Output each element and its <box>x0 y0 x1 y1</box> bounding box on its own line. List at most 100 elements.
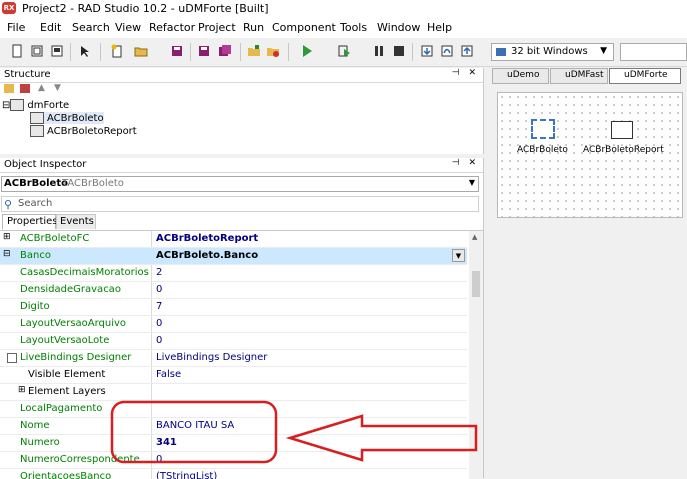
menu-refactor[interactable]: Refactor <box>149 21 195 34</box>
arrow-down-icon[interactable]: ▼ <box>54 83 61 93</box>
save-all-icon[interactable] <box>50 44 64 58</box>
tab-udemo[interactable]: uDemo <box>492 68 549 84</box>
property-row[interactable]: Visible Element False <box>0 367 467 384</box>
property-row[interactable]: ⊞ ACBrBoletoFC ACBrBoletoReport <box>0 231 467 248</box>
form-designer[interactable]: ACBrBoleto ACBrBoletoReport <box>497 92 683 218</box>
step-out-icon[interactable] <box>460 44 474 58</box>
tree-node-label: ACBrBoleto <box>47 113 104 124</box>
property-name: CasasDecimaisMoratorios <box>20 267 149 278</box>
object-inspector-title: Object Inspector <box>4 159 87 170</box>
arrow-up-icon[interactable]: ▲ <box>38 83 45 93</box>
search-field[interactable]: ⚲ Search <box>1 196 479 212</box>
arrow-annotation-icon <box>285 414 478 462</box>
run-icon[interactable] <box>300 44 314 58</box>
scroll-up-icon[interactable]: ▲ <box>472 233 477 241</box>
property-value[interactable]: 7 <box>156 301 162 312</box>
title-bar: RX Project2 - RAD Studio 10.2 - uDMForte… <box>0 0 687 18</box>
acbrboleto-component-icon[interactable] <box>531 119 555 139</box>
step-over-icon[interactable] <box>440 44 454 58</box>
property-value[interactable]: 2 <box>156 267 162 278</box>
save-icon[interactable] <box>170 44 184 58</box>
new-file-icon[interactable] <box>10 44 24 58</box>
add-file-icon[interactable] <box>247 44 261 58</box>
open-icon[interactable] <box>30 44 44 58</box>
menu-edit[interactable]: Edit <box>40 21 61 34</box>
property-value[interactable]: False <box>156 369 181 380</box>
collapse-icon[interactable]: ⊟ <box>2 100 10 111</box>
tab-properties[interactable]: Properties <box>2 214 58 229</box>
folder-delete-icon[interactable] <box>20 84 30 93</box>
tab-udmfast[interactable]: uDMFast <box>550 68 608 84</box>
property-name: ACBrBoletoFC <box>20 233 90 244</box>
save-all-project-icon[interactable] <box>218 44 232 58</box>
property-value[interactable]: ACBrBoleto.Banco <box>156 250 258 261</box>
config-input[interactable] <box>620 43 687 61</box>
tab-label: uDMForte <box>624 70 668 80</box>
menu-window[interactable]: Window <box>377 21 420 34</box>
property-name: DensidadeGravacao <box>20 284 121 295</box>
platform-selector-value: 32 bit Windows <box>511 46 588 57</box>
expand-icon[interactable]: ⊞ <box>3 232 11 242</box>
menu-search[interactable]: Search <box>72 21 110 34</box>
pin-icon[interactable]: ⊣ ✕ <box>452 68 479 78</box>
property-row[interactable]: ⊟ Banco ACBrBoleto.Banco ▼ <box>0 248 467 265</box>
expand-icon[interactable]: ⊞ <box>18 385 26 395</box>
property-row[interactable]: LayoutVersaoArquivo 0 <box>0 316 467 333</box>
menu-component[interactable]: Component <box>272 21 336 34</box>
property-name: Banco <box>20 250 51 261</box>
property-value[interactable]: 0 <box>156 284 162 295</box>
dropdown-button[interactable]: ▼ <box>452 249 465 262</box>
window-title: Project2 - RAD Studio 10.2 - uDMForte [B… <box>22 2 269 15</box>
platform-selector[interactable]: 32 bit Windows ▼ <box>491 43 614 61</box>
menu-tools[interactable]: Tools <box>340 21 367 34</box>
menu-run[interactable]: Run <box>243 21 264 34</box>
menu-project[interactable]: Project <box>198 21 236 34</box>
new-item-icon[interactable] <box>110 44 124 58</box>
tab-udmforte[interactable]: uDMForte <box>609 68 681 84</box>
object-class: TACBrBoleto <box>62 178 124 189</box>
tab-properties-label: Properties <box>7 216 58 227</box>
toolbar-separator <box>240 43 241 61</box>
menu-view[interactable]: View <box>115 21 141 34</box>
tab-label: uDMFast <box>565 70 604 80</box>
save-as-icon[interactable] <box>197 44 211 58</box>
property-row[interactable]: DensidadeGravacao 0 <box>0 282 467 299</box>
tree-node-acbrboleto[interactable]: ACBrBoleto <box>30 112 104 124</box>
property-name: Element Layers <box>28 386 106 397</box>
run-without-debug-icon[interactable] <box>338 44 352 58</box>
scrollbar-thumb[interactable] <box>472 271 480 297</box>
property-row[interactable]: LiveBindings Designer LiveBindings Design… <box>0 350 467 367</box>
object-inspector-header: Object Inspector ⊣ ✕ <box>0 158 483 173</box>
stop-icon[interactable] <box>392 44 406 58</box>
tree-node-label: dmForte <box>27 100 70 111</box>
menu-help[interactable]: Help <box>427 21 452 34</box>
pin-icon[interactable]: ⊣ ✕ <box>452 158 479 168</box>
property-name: Visible Element <box>28 369 106 380</box>
pause-icon[interactable] <box>372 44 386 58</box>
tree-node-dmforte[interactable]: ⊟ dmForte <box>2 99 69 111</box>
property-row[interactable]: LayoutVersaoLote 0 <box>0 333 467 350</box>
highlight-rectangle <box>110 400 278 464</box>
tab-events[interactable]: Events <box>56 214 96 229</box>
property-value[interactable]: LiveBindings Designer <box>156 352 267 363</box>
open-project-icon[interactable] <box>134 44 148 58</box>
tree-node-acbrboletoreport[interactable]: ACBrBoletoReport <box>30 125 137 137</box>
tree-node-label: ACBrBoletoReport <box>47 126 137 137</box>
menu-file[interactable]: File <box>7 21 25 34</box>
annotation-overlay <box>110 400 478 464</box>
property-value[interactable]: ACBrBoletoReport <box>156 233 258 244</box>
folder-icon[interactable] <box>4 84 14 93</box>
tab-events-label: Events <box>60 216 94 227</box>
property-value[interactable]: 0 <box>156 335 162 346</box>
object-selector[interactable]: ACBrBoleto TACBrBoleto ▼ <box>1 176 479 192</box>
collapse-icon[interactable]: ⊟ <box>3 249 11 259</box>
property-row[interactable]: CasasDecimaisMoratorios 2 <box>0 265 467 282</box>
property-row[interactable]: Digito 7 <box>0 299 467 316</box>
property-value[interactable]: 0 <box>156 318 162 329</box>
trace-into-icon[interactable] <box>420 44 434 58</box>
chevron-down-icon: ▼ <box>600 46 607 56</box>
checkbox-icon[interactable] <box>7 353 17 363</box>
acbrboletoreport-component-icon[interactable] <box>611 121 633 139</box>
pointer-icon[interactable] <box>78 44 92 58</box>
remove-file-icon[interactable] <box>266 44 280 58</box>
